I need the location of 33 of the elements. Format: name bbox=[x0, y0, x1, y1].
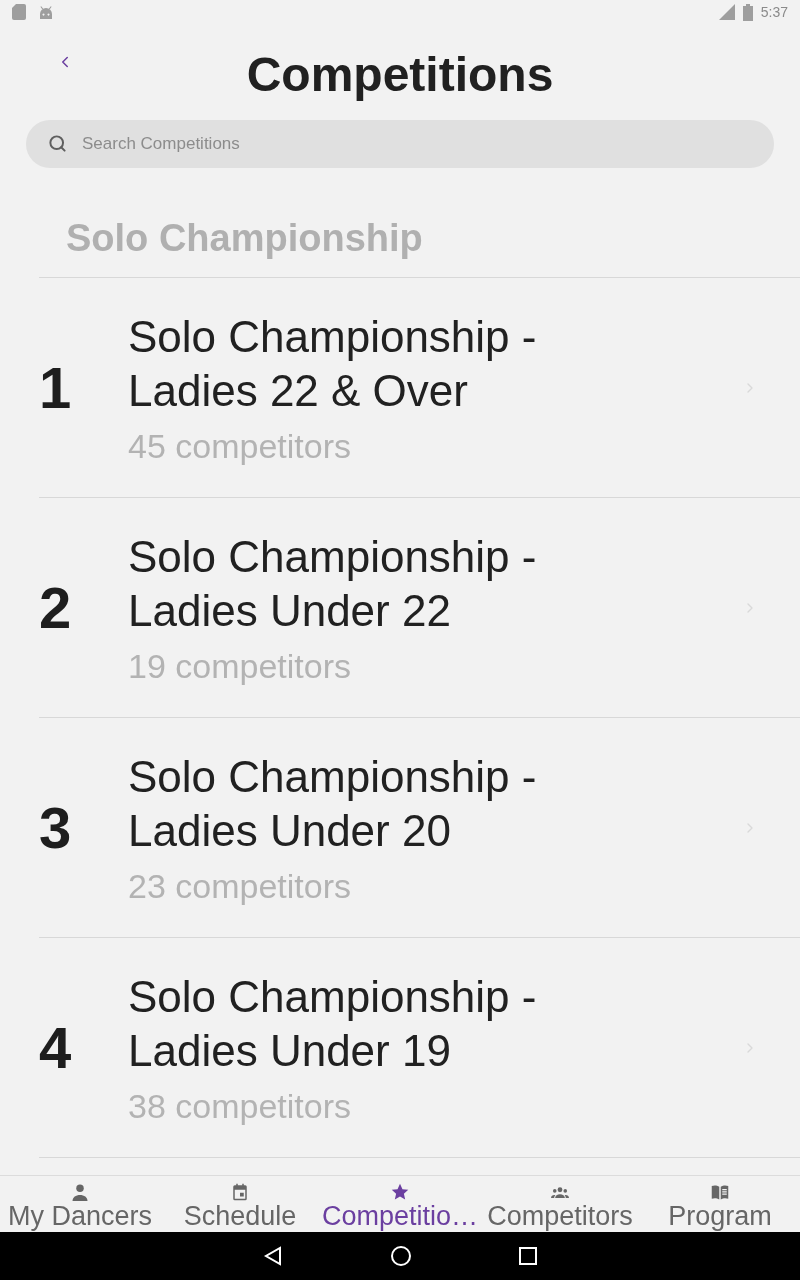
robot-head-icon bbox=[38, 5, 54, 19]
competition-title: Solo Championship - Ladies Under 22 bbox=[128, 530, 538, 637]
competition-number: 3 bbox=[39, 795, 72, 860]
competitor-count: 38 competitors bbox=[128, 1085, 351, 1126]
page-title: Competitions bbox=[246, 47, 554, 103]
competitor-count: 45 competitors bbox=[128, 425, 351, 466]
competition-number: 2 bbox=[39, 575, 72, 640]
person-icon bbox=[71, 1183, 89, 1201]
competition-number: 4 bbox=[39, 1015, 72, 1080]
battery-icon bbox=[742, 3, 753, 21]
status-time: 5:37 bbox=[760, 4, 788, 20]
competitor-count: 19 competitors bbox=[128, 645, 351, 686]
competitor-count: 23 competitors bbox=[128, 865, 351, 906]
competition-title: Solo Championship - Ladies Under 19 bbox=[128, 970, 538, 1077]
book-icon bbox=[711, 1183, 729, 1201]
competition-title: Solo Championship - Ladies Under 20 bbox=[128, 750, 538, 857]
home-icon[interactable] bbox=[391, 1246, 411, 1266]
back-icon[interactable] bbox=[263, 1246, 283, 1266]
search-icon bbox=[48, 134, 67, 153]
competition-number: 1 bbox=[39, 355, 72, 420]
competition-title: Solo Championship - Ladies 22 & Over bbox=[128, 310, 538, 417]
tab-item[interactable]: Program bbox=[640, 1176, 800, 1232]
sd-card-icon bbox=[12, 4, 26, 20]
star-icon bbox=[391, 1183, 409, 1201]
signal-icon bbox=[718, 4, 735, 20]
tab-item[interactable]: My Dancers bbox=[0, 1176, 160, 1232]
tab-item[interactable]: Competitors bbox=[480, 1176, 640, 1232]
tab-item[interactable]: Schedule bbox=[160, 1176, 320, 1232]
tab-item[interactable]: Competitio… bbox=[320, 1176, 480, 1232]
section-header: Solo Championship bbox=[66, 216, 423, 260]
calendar-icon bbox=[231, 1183, 249, 1201]
recents-icon[interactable] bbox=[519, 1247, 537, 1265]
search-field[interactable]: Search Competitions bbox=[26, 120, 774, 168]
